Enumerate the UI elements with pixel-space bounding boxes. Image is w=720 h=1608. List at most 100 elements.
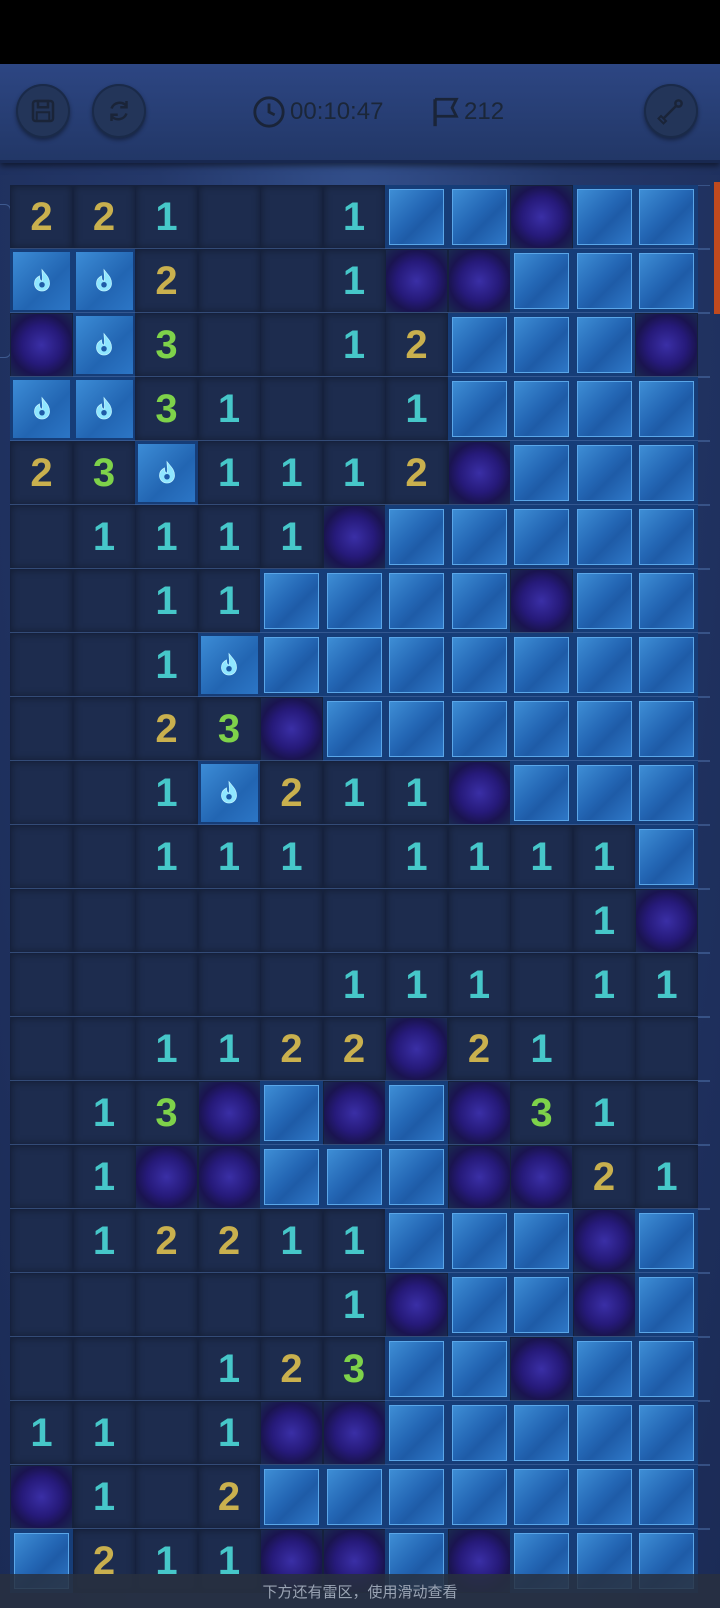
mine-cell[interactable] — [10, 1465, 73, 1529]
empty-cell[interactable] — [260, 185, 323, 249]
covered-cell[interactable] — [635, 377, 698, 441]
number-cell[interactable]: 2 — [135, 697, 198, 761]
empty-cell[interactable] — [10, 761, 73, 825]
covered-cell[interactable] — [385, 1209, 448, 1273]
empty-cell[interactable] — [385, 889, 448, 953]
number-cell[interactable]: 1 — [260, 441, 323, 505]
covered-cell[interactable] — [447, 1401, 511, 1465]
number-cell[interactable]: 1 — [135, 569, 198, 633]
covered-cell[interactable] — [635, 761, 698, 825]
number-cell[interactable]: 2 — [10, 441, 73, 505]
empty-cell[interactable] — [260, 953, 323, 1017]
covered-cell[interactable] — [322, 1145, 386, 1209]
empty-cell[interactable] — [72, 953, 136, 1017]
number-cell[interactable]: 1 — [322, 185, 386, 249]
empty-cell[interactable] — [135, 1273, 198, 1337]
number-cell[interactable]: 1 — [72, 1081, 136, 1145]
covered-cell[interactable] — [447, 313, 511, 377]
covered-cell[interactable] — [385, 505, 448, 569]
empty-cell[interactable] — [197, 889, 261, 953]
empty-cell[interactable] — [10, 1337, 73, 1401]
number-cell[interactable]: 3 — [135, 377, 198, 441]
empty-cell[interactable] — [510, 889, 573, 953]
covered-cell[interactable] — [447, 633, 511, 697]
empty-cell[interactable] — [72, 1337, 136, 1401]
covered-cell[interactable] — [322, 1465, 386, 1529]
number-cell[interactable]: 2 — [447, 1017, 511, 1081]
number-cell[interactable]: 3 — [510, 1081, 573, 1145]
covered-cell[interactable] — [572, 249, 636, 313]
covered-cell[interactable] — [510, 761, 573, 825]
covered-cell[interactable] — [510, 441, 573, 505]
number-cell[interactable]: 1 — [197, 569, 261, 633]
mine-cell[interactable] — [322, 505, 386, 569]
empty-cell[interactable] — [72, 889, 136, 953]
mine-cell[interactable] — [447, 761, 511, 825]
empty-cell[interactable] — [635, 1017, 698, 1081]
empty-cell[interactable] — [10, 825, 73, 889]
covered-cell[interactable] — [510, 377, 573, 441]
number-cell[interactable]: 1 — [447, 825, 511, 889]
covered-cell[interactable] — [572, 1337, 636, 1401]
mine-cell[interactable] — [447, 249, 511, 313]
flagged-cell[interactable] — [197, 633, 261, 697]
covered-cell[interactable] — [385, 185, 448, 249]
number-cell[interactable]: 1 — [385, 953, 448, 1017]
covered-cell[interactable] — [447, 569, 511, 633]
number-cell[interactable]: 3 — [135, 313, 198, 377]
covered-cell[interactable] — [385, 633, 448, 697]
number-cell[interactable]: 3 — [135, 1081, 198, 1145]
number-cell[interactable]: 2 — [135, 1209, 198, 1273]
mine-cell[interactable] — [260, 697, 323, 761]
covered-cell[interactable] — [635, 441, 698, 505]
empty-cell[interactable] — [260, 313, 323, 377]
number-cell[interactable]: 1 — [10, 1401, 73, 1465]
number-cell[interactable]: 1 — [385, 377, 448, 441]
empty-cell[interactable] — [260, 889, 323, 953]
covered-cell[interactable] — [635, 825, 698, 889]
scroll-indicator[interactable] — [714, 182, 720, 314]
empty-cell[interactable] — [260, 1273, 323, 1337]
covered-cell[interactable] — [447, 1273, 511, 1337]
empty-cell[interactable] — [322, 377, 386, 441]
covered-cell[interactable] — [260, 569, 323, 633]
empty-cell[interactable] — [135, 1465, 198, 1529]
covered-cell[interactable] — [510, 505, 573, 569]
number-cell[interactable]: 1 — [322, 953, 386, 1017]
number-cell[interactable]: 3 — [72, 441, 136, 505]
empty-cell[interactable] — [10, 889, 73, 953]
number-cell[interactable]: 1 — [72, 1145, 136, 1209]
covered-cell[interactable] — [447, 1209, 511, 1273]
mine-cell[interactable] — [197, 1081, 261, 1145]
covered-cell[interactable] — [322, 569, 386, 633]
covered-cell[interactable] — [572, 761, 636, 825]
number-cell[interactable]: 2 — [572, 1145, 636, 1209]
mine-cell[interactable] — [385, 249, 448, 313]
covered-cell[interactable] — [510, 1401, 573, 1465]
covered-cell[interactable] — [572, 313, 636, 377]
covered-cell[interactable] — [260, 633, 323, 697]
empty-cell[interactable] — [135, 1401, 198, 1465]
number-cell[interactable]: 2 — [260, 1017, 323, 1081]
empty-cell[interactable] — [135, 889, 198, 953]
number-cell[interactable]: 1 — [510, 825, 573, 889]
number-cell[interactable]: 1 — [572, 953, 636, 1017]
covered-cell[interactable] — [385, 1401, 448, 1465]
covered-cell[interactable] — [322, 633, 386, 697]
empty-cell[interactable] — [72, 761, 136, 825]
number-cell[interactable]: 1 — [572, 1081, 636, 1145]
number-cell[interactable]: 1 — [322, 441, 386, 505]
empty-cell[interactable] — [10, 1209, 73, 1273]
covered-cell[interactable] — [572, 633, 636, 697]
flagged-cell[interactable] — [72, 313, 136, 377]
number-cell[interactable]: 1 — [322, 249, 386, 313]
empty-cell[interactable] — [72, 1273, 136, 1337]
number-cell[interactable]: 2 — [135, 249, 198, 313]
covered-cell[interactable] — [385, 1465, 448, 1529]
number-cell[interactable]: 1 — [385, 761, 448, 825]
empty-cell[interactable] — [10, 1081, 73, 1145]
covered-cell[interactable] — [635, 249, 698, 313]
number-cell[interactable]: 1 — [197, 1337, 261, 1401]
number-cell[interactable]: 1 — [510, 1017, 573, 1081]
covered-cell[interactable] — [260, 1081, 323, 1145]
